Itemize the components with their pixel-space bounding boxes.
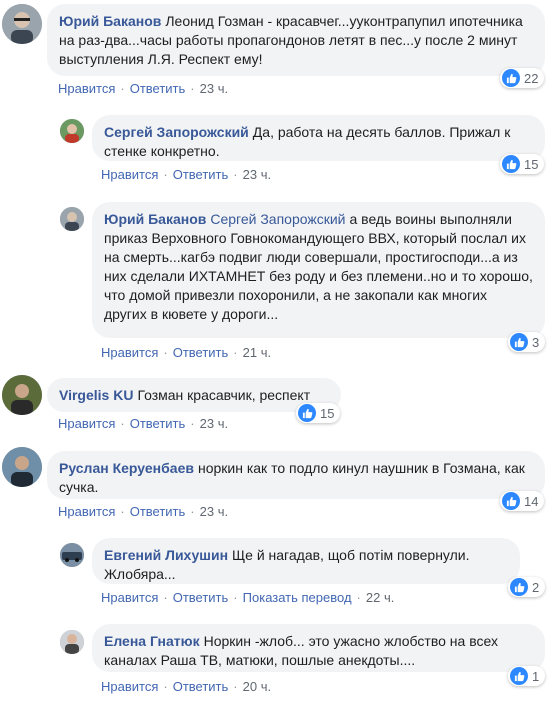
- reply-button[interactable]: Ответить: [130, 504, 186, 519]
- comment-actions: Нравится · Ответить · 20 ч.: [101, 679, 272, 694]
- comment-author[interactable]: Virgelis KU: [59, 387, 133, 403]
- timestamp[interactable]: 23 ч.: [200, 504, 228, 519]
- timestamp[interactable]: 23 ч.: [200, 81, 228, 96]
- comment-actions: Нравится · Ответить · 23 ч.: [58, 81, 229, 96]
- reaction-count[interactable]: 2: [508, 577, 546, 597]
- comment-author[interactable]: Юрий Баканов: [104, 211, 206, 227]
- reply-button[interactable]: Ответить: [130, 81, 186, 96]
- comment-author[interactable]: Евгений Лихушин: [104, 547, 228, 563]
- avatar[interactable]: [2, 4, 42, 44]
- comment-bubble: Руслан Керуенбаев норкин как то подло кин…: [47, 451, 545, 499]
- like-button[interactable]: Нравится: [58, 81, 115, 96]
- comment-actions: Нравится · Ответить · Показать перевод · 22 ч.: [101, 590, 395, 605]
- like-button[interactable]: Нравится: [101, 167, 158, 182]
- avatar[interactable]: [60, 630, 84, 654]
- comment-actions: Нравится · Ответить · 21 ч.: [101, 345, 272, 360]
- comment-bubble: Елена Гнатюк Норкин -жлоб... это ужасно ж…: [92, 624, 545, 672]
- reply-button[interactable]: Ответить: [173, 167, 229, 182]
- timestamp[interactable]: 20 ч.: [243, 679, 271, 694]
- reaction-count[interactable]: 1: [508, 666, 546, 686]
- like-button[interactable]: Нравится: [101, 590, 158, 605]
- timestamp[interactable]: 22 ч.: [366, 590, 394, 605]
- reply-button[interactable]: Ответить: [130, 416, 186, 431]
- reaction-count[interactable]: 22: [500, 68, 545, 88]
- avatar[interactable]: [2, 375, 42, 415]
- like-icon: [298, 404, 316, 422]
- like-button[interactable]: Нравится: [101, 679, 158, 694]
- comment-bubble: Юрий Баканов Сергей Запорожский а ведь вои…: [92, 202, 545, 338]
- comment-bubble: Сергей Запорожский Да, работа на десять б…: [92, 115, 545, 161]
- reaction-count[interactable]: 3: [508, 332, 546, 352]
- avatar[interactable]: [60, 543, 84, 567]
- comment-text: Гозман красавчик, респект: [137, 387, 311, 403]
- reply-button[interactable]: Ответить: [173, 679, 229, 694]
- reply-button[interactable]: Ответить: [173, 345, 229, 360]
- reaction-count[interactable]: 15: [296, 403, 341, 423]
- timestamp[interactable]: 23 ч.: [243, 167, 271, 182]
- like-button[interactable]: Нравится: [58, 416, 115, 431]
- reaction-count[interactable]: 15: [500, 154, 545, 174]
- comment-bubble: Евгений Лихушин Ще й нагадав, щоб потім п…: [92, 538, 520, 584]
- like-icon: [502, 492, 520, 510]
- like-icon: [502, 69, 520, 87]
- timestamp[interactable]: 21 ч.: [243, 345, 271, 360]
- comment-bubble: Юрий Баканов Леонид Гозман - красавчег...…: [47, 4, 545, 76]
- like-icon: [502, 155, 520, 173]
- like-icon: [510, 667, 528, 685]
- timestamp[interactable]: 23 ч.: [200, 416, 228, 431]
- like-button[interactable]: Нравится: [58, 504, 115, 519]
- comment-author[interactable]: Елена Гнатюк: [104, 633, 200, 649]
- like-icon: [510, 578, 528, 596]
- comment-author[interactable]: Сергей Запорожский: [104, 124, 249, 140]
- comment-actions: Нравится · Ответить · 23 ч.: [58, 504, 229, 519]
- avatar[interactable]: [2, 447, 42, 487]
- reaction-count[interactable]: 14: [500, 491, 545, 511]
- avatar[interactable]: [60, 207, 84, 231]
- show-translation-button[interactable]: Показать перевод: [243, 590, 352, 605]
- comment-actions: Нравится · Ответить · 23 ч.: [58, 416, 229, 431]
- comment-author[interactable]: Юрий Баканов: [59, 13, 161, 29]
- mention-link[interactable]: Сергей Запорожский: [210, 211, 345, 227]
- comment-actions: Нравится · Ответить · 23 ч.: [101, 167, 272, 182]
- like-icon: [510, 333, 528, 351]
- reply-button[interactable]: Ответить: [173, 590, 229, 605]
- comment-text: а ведь воины выполняли приказ Верховного…: [104, 211, 533, 322]
- like-button[interactable]: Нравится: [101, 345, 158, 360]
- avatar[interactable]: [60, 119, 84, 143]
- comment-author[interactable]: Руслан Керуенбаев: [59, 460, 194, 476]
